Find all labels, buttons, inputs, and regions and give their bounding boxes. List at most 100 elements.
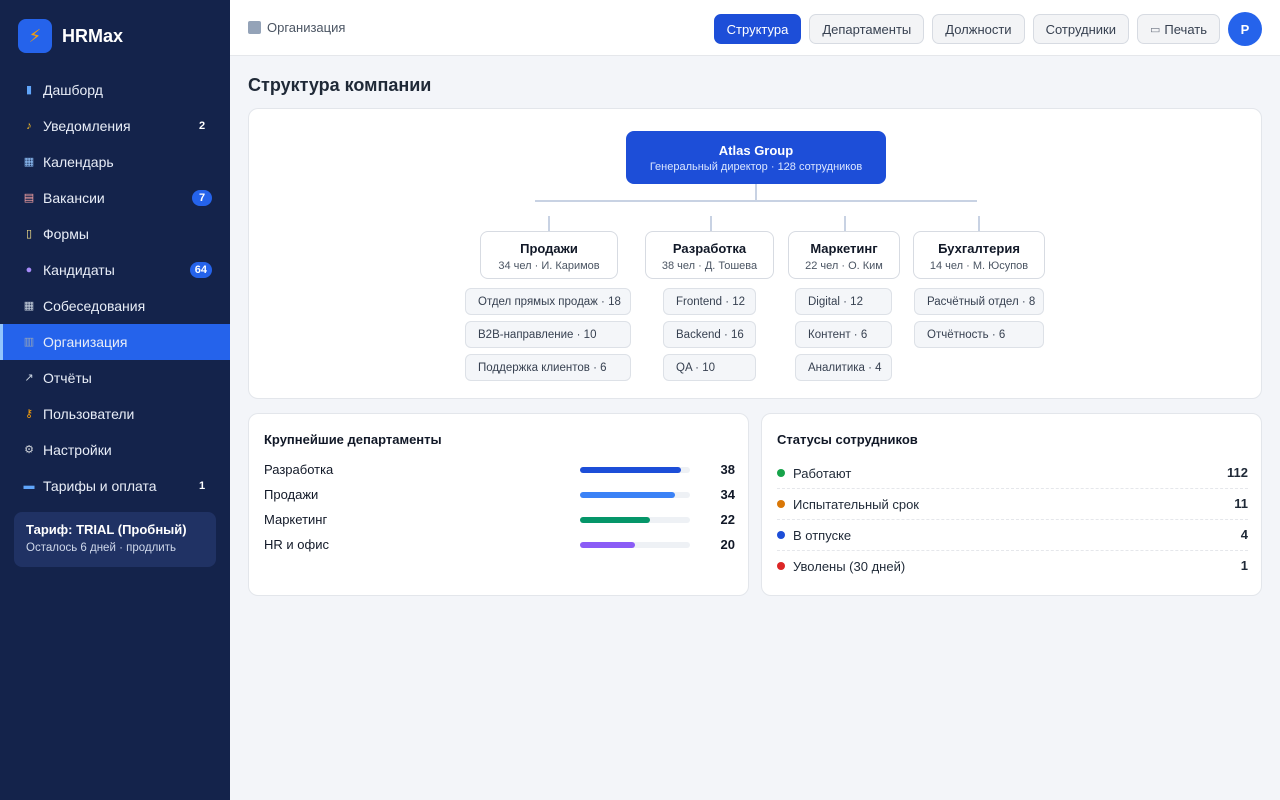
dept-node-sales[interactable]: Продажи 34 чел · И. Каримов: [480, 231, 618, 279]
connector-line: [844, 216, 846, 231]
document-icon: ▯: [25, 228, 33, 240]
unit-node[interactable]: Расчётный отдел · 8: [914, 288, 1044, 315]
unit-node[interactable]: Digital · 12: [795, 288, 892, 315]
clipboard-icon: ▤: [23, 192, 35, 204]
gear-icon: ⚙: [24, 444, 34, 456]
connector-line: [548, 216, 550, 231]
sidebar-item[interactable]: ▥ Организация: [0, 324, 230, 360]
dept-node-marketing[interactable]: Маркетинг 22 чел · О. Ким: [788, 231, 900, 279]
plan-subtitle[interactable]: Осталось 6 дней · продлить: [26, 542, 204, 554]
unit-node[interactable]: B2B-направление · 10: [465, 321, 631, 348]
status-label: Уволены (30 дней): [793, 559, 906, 574]
dept-count: 34: [720, 487, 735, 502]
status-count: 1: [1240, 558, 1248, 573]
tab-positions[interactable]: Должности: [932, 14, 1025, 44]
sidebar-item-label: Вакансии: [43, 190, 105, 206]
sidebar-item-label: Формы: [43, 226, 89, 242]
unit-node[interactable]: Frontend · 12: [663, 288, 756, 315]
dept-node-development[interactable]: Разработка 38 чел · Д. Тошева: [645, 231, 774, 279]
status-row: Испытательный срок 11: [777, 489, 1248, 520]
dept-count: 38: [720, 462, 735, 477]
status-label: В отпуске: [793, 528, 852, 543]
card-icon: ▬: [23, 480, 35, 492]
dept-size-bar: [580, 492, 690, 498]
dept-title: Разработка: [672, 241, 747, 256]
unit-node[interactable]: Backend · 16: [663, 321, 756, 348]
unit-node[interactable]: Отдел прямых продаж · 18: [465, 288, 631, 315]
sidebar-nav: ▮ Дашборд ♪ Уведомления 2 ▦ Календарь ▤ Вакансии…: [0, 72, 230, 504]
connector-line: [978, 216, 980, 231]
sidebar-item-label: Отчёты: [43, 370, 92, 386]
status-dot: [777, 562, 785, 570]
org-chart-card: Atlas Group Генеральный директор · 128 с…: [248, 108, 1262, 399]
chart-icon: ▮: [25, 84, 33, 96]
plan-box[interactable]: Тариф: TRIAL (Пробный) Осталось 6 дней ·…: [14, 512, 216, 567]
building-icon: [248, 21, 261, 34]
dept-size-row: Разработка 38: [264, 460, 735, 480]
tab-employees[interactable]: Сотрудники: [1032, 14, 1129, 44]
status-count: 4: [1240, 527, 1248, 542]
dept-title: Маркетинг: [810, 241, 878, 256]
sidebar-item-label: Дашборд: [43, 82, 103, 98]
employee-statuses-card: Статусы сотрудников Работают 112 Испытател…: [761, 413, 1262, 596]
dept-size-bar-fill: [580, 492, 675, 498]
dept-subtitle: 22 чел · О. Ким: [805, 260, 883, 272]
sidebar-item[interactable]: ⚙ Настройки: [0, 432, 230, 468]
unit-node[interactable]: Аналитика · 4: [795, 354, 892, 381]
org-root-node[interactable]: Atlas Group Генеральный директор · 128 с…: [626, 131, 886, 184]
sidebar-item[interactable]: ↗ Отчёты: [0, 360, 230, 396]
dept-size-bar-fill: [580, 542, 635, 548]
brand-name: HRMax: [62, 25, 124, 46]
brand[interactable]: ⚡ HRMax: [0, 0, 230, 72]
sidebar-item[interactable]: ♪ Уведомления 2: [0, 108, 230, 144]
sidebar-item-label: Календарь: [43, 154, 114, 170]
dept-size-row: HR и офис 20: [264, 535, 735, 555]
status-row: Работают 112: [777, 458, 1248, 489]
sidebar-item[interactable]: ▮ Дашборд: [0, 72, 230, 108]
printer-icon: ▭: [1150, 23, 1161, 36]
sidebar-item[interactable]: ▯ Формы: [0, 216, 230, 252]
dept-size-row: Продажи 34: [264, 485, 735, 505]
sidebar-item[interactable]: ● Кандидаты 64: [0, 252, 230, 288]
dept-size-row: Маркетинг 22: [264, 510, 735, 530]
sidebar-item-label: Организация: [43, 334, 128, 350]
card-title: Статусы сотрудников: [777, 432, 918, 447]
status-count: 112: [1227, 465, 1248, 480]
status-dot: [777, 531, 785, 539]
sidebar-item[interactable]: ▦ Собеседования: [0, 288, 230, 324]
count-badge: 1: [198, 480, 206, 492]
unit-node[interactable]: QA · 10: [663, 354, 756, 381]
print-button[interactable]: ▭ Печать: [1137, 14, 1220, 44]
unit-node[interactable]: Поддержка клиентов · 6: [465, 354, 631, 381]
tab-structure[interactable]: Структура: [713, 14, 802, 44]
breadcrumb-label: Организация: [267, 20, 346, 35]
sidebar-item-label: Пользователи: [43, 406, 135, 422]
sidebar-item[interactable]: ▦ Календарь: [0, 144, 230, 180]
person-icon: ●: [25, 264, 33, 276]
building-icon: ▥: [23, 336, 35, 348]
connector-line: [535, 200, 977, 202]
dept-count: 22: [720, 512, 735, 527]
sidebar-item-label: Уведомления: [43, 118, 131, 134]
sidebar-item-label: Тарифы и оплата: [43, 478, 157, 494]
avatar[interactable]: P: [1228, 12, 1262, 46]
dept-title: Продажи: [520, 241, 578, 256]
dept-title: Бухгалтерия: [938, 241, 1020, 256]
status-label: Работают: [793, 466, 852, 481]
count-badge: 7: [192, 190, 212, 206]
breadcrumb: Организация: [248, 20, 345, 35]
dept-size-bar-fill: [580, 467, 682, 473]
unit-node[interactable]: Контент · 6: [795, 321, 892, 348]
sidebar-item[interactable]: ▬ Тарифы и оплата 1: [0, 468, 230, 504]
dept-size-bar: [580, 517, 690, 523]
sidebar-item[interactable]: ⚷ Пользователи: [0, 396, 230, 432]
tab-departments[interactable]: Департаменты: [809, 14, 925, 44]
sidebar-item[interactable]: ▤ Вакансии 7: [0, 180, 230, 216]
dept-node-accounting[interactable]: Бухгалтерия 14 чел · М. Юсупов: [913, 231, 1045, 279]
largest-departments-card: Крупнейшие департаменты Разработка 38 Прод…: [248, 413, 749, 596]
unit-node[interactable]: Отчётность · 6: [914, 321, 1044, 348]
status-dot: [777, 469, 785, 477]
dept-name: Маркетинг: [264, 512, 328, 527]
connector-line: [755, 184, 757, 201]
connector-line: [710, 216, 712, 231]
